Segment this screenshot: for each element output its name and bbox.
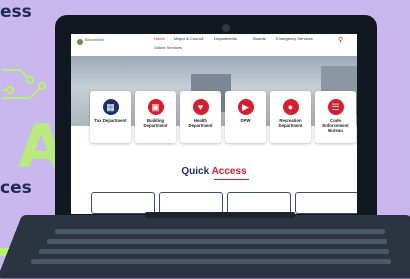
- nav-emergency-services[interactable]: Emergency Services: [276, 36, 313, 41]
- building-icon: ▣: [147, 99, 164, 115]
- key-row: [47, 239, 387, 244]
- logo-icon: [77, 39, 83, 45]
- quick-access-item[interactable]: [227, 192, 291, 214]
- nav-home[interactable]: Home: [154, 36, 165, 41]
- quick-access-second: Access: [211, 166, 247, 177]
- quick-access-underline: [214, 179, 249, 180]
- nav-online-services[interactable]: Online Services: [154, 45, 182, 50]
- search-icon[interactable]: ⚲: [338, 36, 343, 44]
- top-nav: Bloomfield Home Mayor & Council Departme…: [71, 34, 357, 56]
- tax-icon: ▦: [102, 99, 119, 115]
- nav-departments[interactable]: Departments: [214, 36, 237, 41]
- nav-boards[interactable]: Boards: [253, 36, 266, 41]
- card-label: Building Department: [143, 118, 168, 128]
- webcam: [222, 24, 230, 32]
- card-label: Tax Department: [94, 118, 127, 123]
- website-display: Bloomfield Home Mayor & Council Departme…: [71, 34, 357, 214]
- card-label: Health Department: [188, 118, 213, 128]
- quick-access-items: [91, 192, 357, 214]
- card-code-enforcement-bureau[interactable]: ☰ Code Enforcement Bureau: [315, 91, 356, 143]
- card-dpw[interactable]: ▶ DPW: [225, 91, 266, 143]
- site-logo[interactable]: Bloomfield: [77, 38, 107, 48]
- key-row: [55, 229, 385, 234]
- card-building-department[interactable]: ▣ Building Department: [135, 91, 176, 143]
- truck-icon: ▶: [237, 99, 254, 115]
- quick-access-first: Quick: [181, 166, 212, 177]
- people-icon: ●: [282, 99, 299, 115]
- quick-access-item[interactable]: [295, 192, 357, 214]
- keyboard: [31, 225, 400, 270]
- nav-mayor-council[interactable]: Mayor & Council: [174, 36, 203, 41]
- card-label: Code Enforcement Bureau: [322, 118, 349, 133]
- department-cards: ▦ Tax Department ▣ Building Department ♥…: [90, 91, 357, 145]
- quick-access-heading: Quick Access: [71, 166, 357, 177]
- background-text-top: ess: [0, 2, 32, 22]
- laptop-hinge: [145, 212, 295, 218]
- quick-access-item[interactable]: [159, 192, 223, 214]
- key-row: [31, 259, 391, 264]
- document-icon: ☰: [327, 99, 344, 115]
- card-tax-department[interactable]: ▦ Tax Department: [90, 91, 131, 143]
- key-row: [39, 249, 389, 254]
- logo-text: Bloomfield: [85, 37, 104, 42]
- card-label: Recreation Department: [278, 118, 303, 128]
- card-health-department[interactable]: ♥ Health Department: [180, 91, 221, 143]
- quick-access-item[interactable]: [91, 192, 155, 214]
- card-recreation-department[interactable]: ● Recreation Department: [270, 91, 311, 143]
- card-label: DPW: [240, 118, 251, 123]
- heart-icon: ♥: [192, 99, 209, 115]
